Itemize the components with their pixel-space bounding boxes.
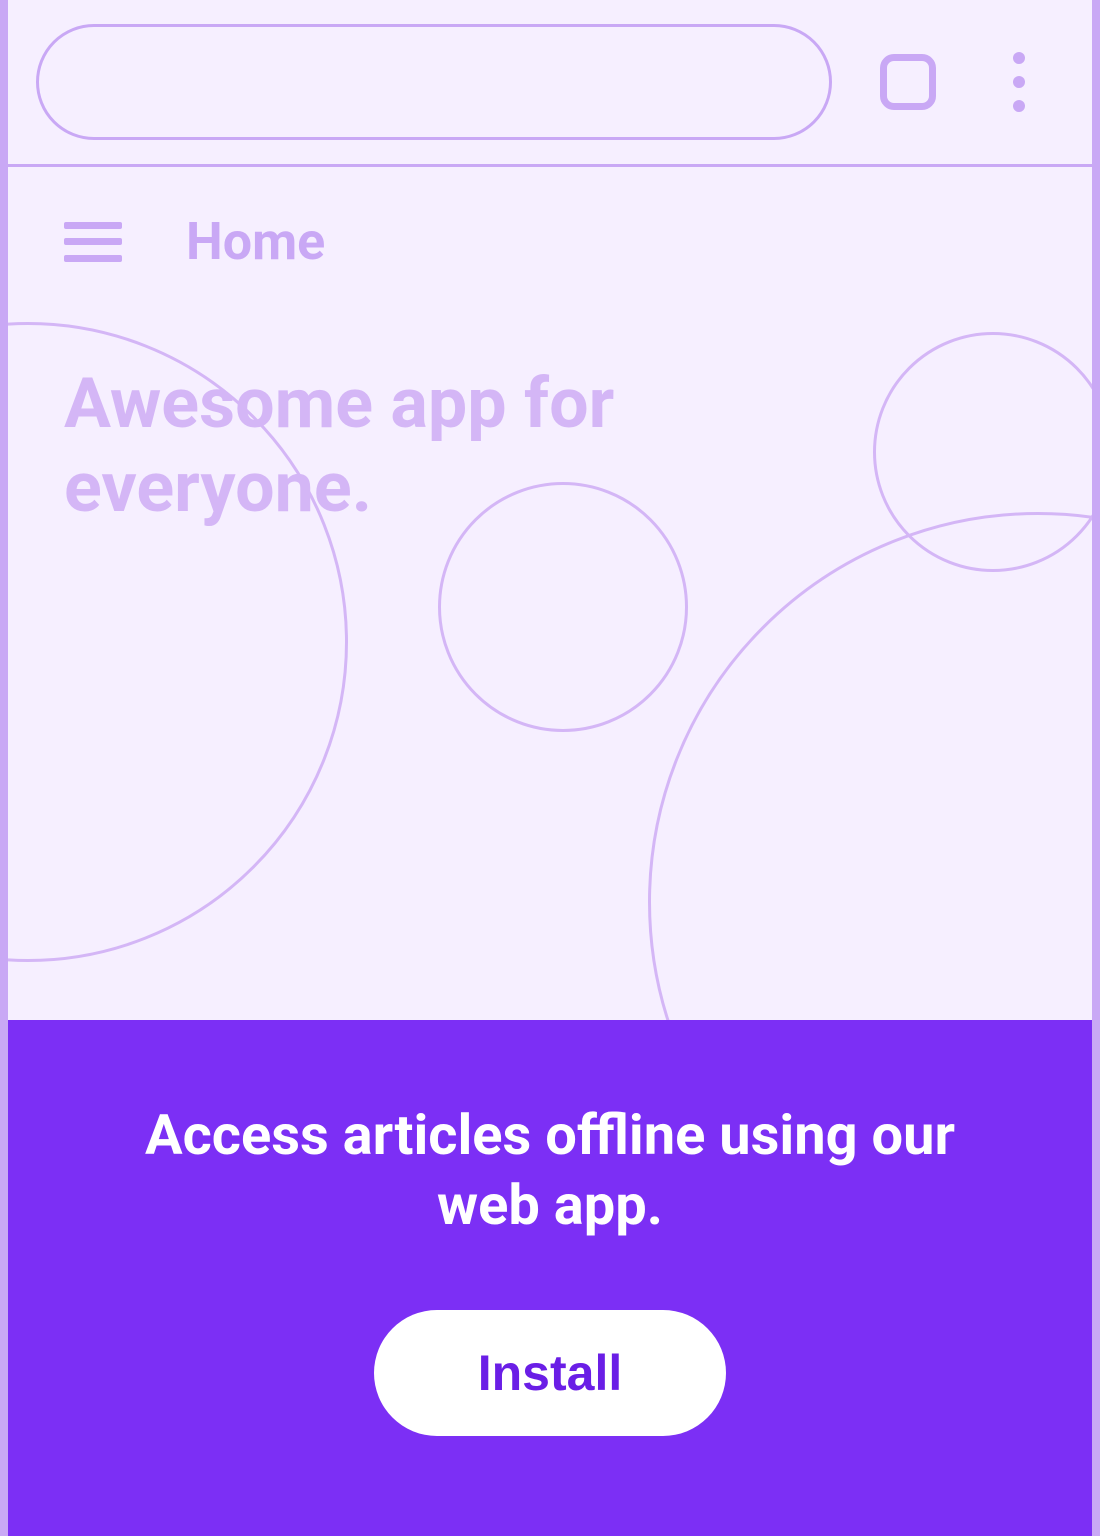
device-frame: Home Awesome app for everyone. Access ar… bbox=[0, 0, 1100, 1536]
tab-switcher-icon[interactable] bbox=[880, 54, 936, 110]
hero-headline: Awesome app for everyone. bbox=[8, 312, 788, 530]
install-button[interactable]: Install bbox=[374, 1310, 726, 1436]
decorative-circle-icon bbox=[648, 512, 1092, 1046]
browser-toolbar bbox=[8, 0, 1092, 167]
hero-section: Awesome app for everyone. bbox=[8, 312, 1092, 1046]
hamburger-icon[interactable] bbox=[64, 222, 122, 262]
banner-message: Access articles offline using our web ap… bbox=[120, 1100, 980, 1240]
install-banner: Access articles offline using our web ap… bbox=[8, 1020, 1092, 1536]
overflow-menu-icon[interactable] bbox=[984, 47, 1054, 117]
page-title: Home bbox=[186, 211, 325, 272]
url-bar[interactable] bbox=[36, 24, 832, 140]
app-bar: Home bbox=[8, 167, 1092, 312]
